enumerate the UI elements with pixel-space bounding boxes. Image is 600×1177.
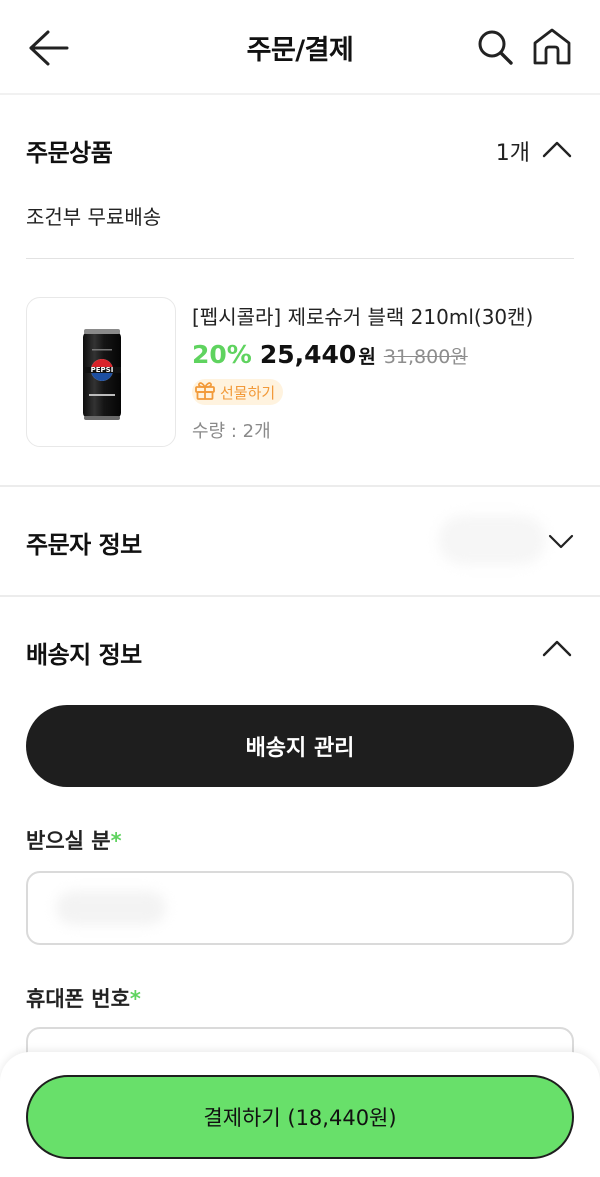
recipient-input[interactable] [26, 871, 574, 945]
divider [26, 258, 574, 259]
chevron-down-icon[interactable] [548, 533, 574, 553]
pepsi-can-image: PEPSI [83, 329, 121, 420]
product-name: [펩시콜라] 제로슈거 블랙 210ml(30캔) [192, 305, 534, 329]
required-mark: * [110, 829, 122, 853]
order-products-title: 주문상품 [26, 139, 113, 167]
chevron-up-icon[interactable] [542, 639, 572, 661]
product-quantity: 수량 : 2개 [192, 421, 271, 442]
pay-button[interactable]: 결제하기 (18,440원) [26, 1075, 574, 1159]
order-products-toggle[interactable]: 1개 [496, 135, 572, 167]
orderer-info-section[interactable]: 주문자 정보 [0, 487, 600, 595]
chevron-up-icon [542, 140, 572, 162]
product-image: PEPSI [26, 297, 176, 447]
search-icon[interactable] [476, 28, 514, 66]
manage-address-button[interactable]: 배송지 관리 [26, 705, 574, 787]
discount-rate: 20% [192, 340, 252, 369]
app-header: 주문/결제 [0, 0, 600, 95]
checkout-bar: 결제하기 (18,440원) [0, 1052, 600, 1177]
recipient-label-text: 받으실 분 [26, 829, 111, 853]
phone-label: 휴대폰 번호* [26, 983, 141, 1013]
original-price: 31,800원 [383, 346, 468, 368]
recipient-label: 받으실 분* [26, 825, 122, 855]
order-count: 1개 [495, 141, 530, 166]
svg-text:PEPSI: PEPSI [91, 366, 114, 374]
order-products-section: 주문상품 1개 조건부 무료배송 PEPSI [펩시콜라] 제로슈거 블랙 21… [0, 97, 600, 485]
required-mark: * [129, 987, 141, 1011]
shipping-info-title: 배송지 정보 [26, 641, 142, 669]
sale-price: 25,440 [259, 340, 357, 369]
shipping-condition: 조건부 무료배송 [26, 205, 162, 229]
gift-icon [194, 379, 216, 405]
gift-button[interactable]: 선물하기 [192, 379, 284, 405]
redacted-area [438, 515, 546, 565]
home-icon[interactable] [532, 26, 572, 66]
orderer-info-title: 주문자 정보 [26, 531, 142, 559]
price-row: 20% 25,440 원 31,800원 [192, 340, 468, 369]
currency-unit: 원 [358, 346, 376, 368]
gift-label: 선물하기 [220, 383, 276, 402]
phone-label-text: 휴대폰 번호 [26, 987, 130, 1011]
